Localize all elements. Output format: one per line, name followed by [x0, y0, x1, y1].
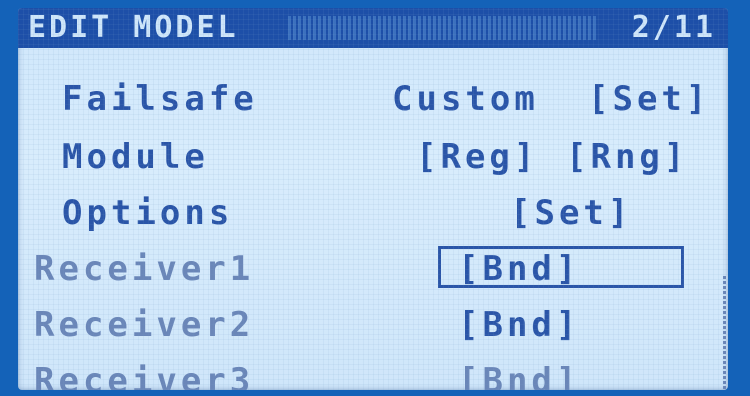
row-options: Options [Set] — [18, 186, 728, 240]
module-label: Module — [62, 137, 209, 177]
page-indicator: 2/11 — [631, 10, 716, 45]
receiver1-bind-button[interactable]: [Bnd] — [458, 242, 580, 296]
receiver2-label: Receiver2 — [34, 305, 255, 345]
row-receiver2: Receiver2 [Bnd] — [18, 298, 728, 352]
row-module: Module [Reg] [Rng] — [18, 130, 728, 184]
failsafe-label: Failsafe — [62, 79, 258, 119]
title-bar-fill — [288, 16, 598, 40]
receiver1-label: Receiver1 — [34, 249, 255, 289]
failsafe-mode-value[interactable]: Custom — [392, 72, 539, 126]
row-receiver3: Receiver3 [Bnd] — [18, 354, 728, 390]
scrollbar[interactable] — [723, 276, 726, 390]
options-set-button[interactable]: [Set] — [510, 186, 632, 240]
module-reg-button[interactable]: [Reg] — [416, 130, 538, 184]
failsafe-set-button[interactable]: [Set] — [588, 72, 710, 126]
screen-title: EDIT MODEL — [28, 10, 239, 45]
receiver3-bind-button[interactable]: [Bnd] — [458, 354, 580, 390]
row-failsafe: Failsafe Custom [Set] — [18, 72, 728, 126]
options-label: Options — [62, 193, 234, 233]
title-bar: EDIT MODEL 2/11 — [18, 8, 728, 48]
receiver3-label: Receiver3 — [34, 361, 255, 390]
row-receiver1: Receiver1 [Bnd] — [18, 242, 728, 296]
lcd-screen: EDIT MODEL 2/11 Failsafe Custom [Set] Mo… — [18, 8, 728, 390]
device-bezel: EDIT MODEL 2/11 Failsafe Custom [Set] Mo… — [0, 0, 750, 396]
receiver2-bind-button[interactable]: [Bnd] — [458, 298, 580, 352]
module-rng-button[interactable]: [Rng] — [566, 130, 688, 184]
